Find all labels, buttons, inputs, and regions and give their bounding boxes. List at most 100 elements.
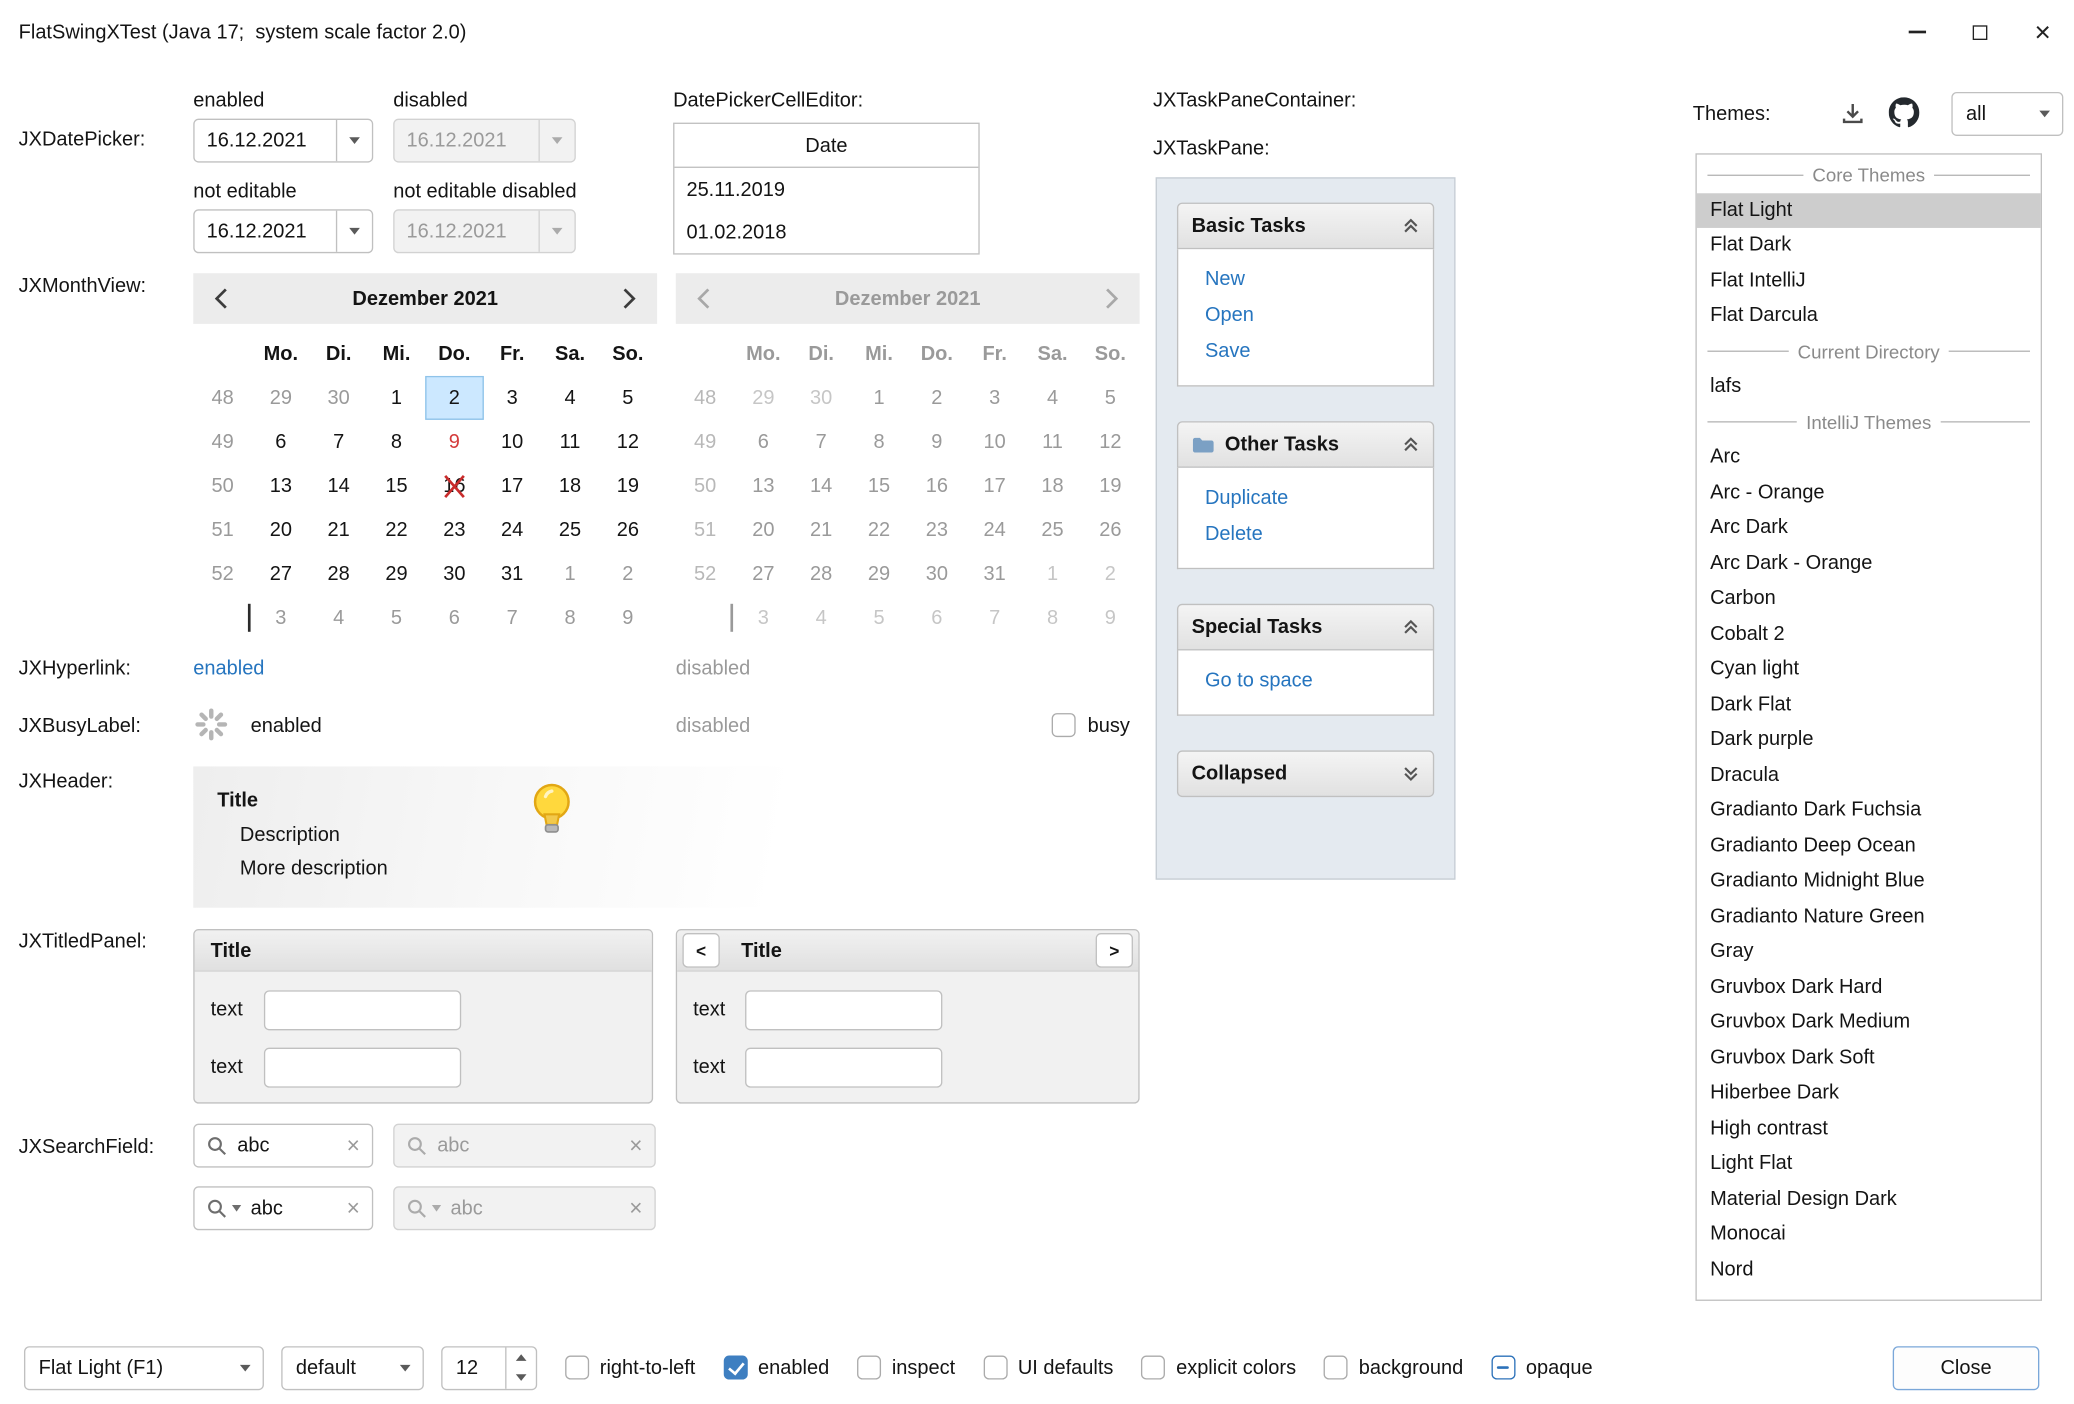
titled-panel-left-button[interactable]: < — [682, 933, 719, 968]
calendar-day[interactable]: 13 — [252, 464, 310, 508]
theme-list-item[interactable]: Gruvbox Dark Medium — [1697, 1005, 2041, 1040]
calendar-day[interactable]: 3 — [483, 376, 541, 420]
checkbox-inspect[interactable]: inspect — [857, 1356, 955, 1380]
theme-list-item[interactable]: Cyan light — [1697, 652, 2041, 687]
calendar-day[interactable]: 29 — [368, 552, 426, 596]
calendar-day[interactable]: 7 — [310, 420, 368, 464]
calendar-day[interactable]: 17 — [483, 464, 541, 508]
calendar-day[interactable]: 20 — [252, 508, 310, 552]
calendar-day[interactable]: 24 — [483, 508, 541, 552]
taskpane-link[interactable]: Delete — [1205, 516, 1433, 552]
theme-list-item[interactable]: Arc — [1697, 440, 2041, 475]
checkbox-box[interactable] — [1491, 1356, 1515, 1380]
calendar-day[interactable]: 6 — [252, 420, 310, 464]
search-input-value[interactable]: abc — [237, 1134, 337, 1157]
previous-month-button[interactable] — [215, 288, 228, 309]
calendar-day[interactable]: 22 — [368, 508, 426, 552]
calendar-day[interactable]: 18 — [541, 464, 599, 508]
theme-list-item[interactable]: High contrast — [1697, 1111, 2041, 1146]
download-button[interactable] — [1837, 97, 1869, 129]
theme-list-item[interactable]: Dracula — [1697, 758, 2041, 793]
taskpane-link[interactable]: Go to space — [1205, 662, 1433, 698]
theme-list-item[interactable]: Gradianto Midnight Blue — [1697, 864, 2041, 899]
calendar-day[interactable]: 8 — [541, 596, 599, 640]
datepicker-dropdown-button[interactable] — [336, 120, 372, 161]
calendar-day[interactable]: 1 — [541, 552, 599, 596]
calendar-day[interactable]: 1 — [368, 376, 426, 420]
checkbox-box[interactable] — [1141, 1356, 1165, 1380]
theme-list-item[interactable]: Dark Flat — [1697, 687, 2041, 722]
checkbox-box[interactable] — [565, 1356, 589, 1380]
theme-list-item[interactable]: Gruvbox Dark Soft — [1697, 1040, 2041, 1075]
calendar-day[interactable]: 11 — [541, 420, 599, 464]
theme-list-item[interactable]: Flat IntelliJ — [1697, 263, 2041, 298]
search-field-with-menu[interactable]: abc × — [193, 1186, 373, 1230]
search-menu-caret-icon[interactable] — [232, 1205, 241, 1212]
search-field-enabled[interactable]: abc × — [193, 1124, 373, 1168]
theme-list-item[interactable]: Arc Dark - Orange — [1697, 546, 2041, 581]
theme-list-item[interactable]: Arc - Orange — [1697, 475, 2041, 510]
close-window-button[interactable]: × — [2011, 0, 2074, 64]
theme-list-item[interactable]: Monocai — [1697, 1217, 2041, 1252]
github-button[interactable] — [1886, 95, 1921, 130]
hyperlink-enabled[interactable]: enabled — [193, 657, 264, 680]
calendar-day[interactable]: 27 — [252, 552, 310, 596]
next-month-button[interactable] — [622, 288, 635, 309]
minimize-button[interactable] — [1886, 0, 1949, 64]
calendar-day[interactable]: 4 — [310, 596, 368, 640]
date-table-row[interactable]: 01.02.2018 — [674, 211, 978, 254]
taskpane-link[interactable]: Open — [1205, 297, 1433, 333]
spinner-up-button[interactable] — [507, 1347, 536, 1368]
clear-icon[interactable]: × — [347, 1134, 360, 1157]
calendar-day[interactable]: 15 — [368, 464, 426, 508]
calendar-day[interactable]: 4 — [541, 376, 599, 420]
calendar-day[interactable]: 10 — [483, 420, 541, 464]
theme-list-item[interactable]: Arc Dark — [1697, 511, 2041, 546]
calendar-day[interactable]: 9 — [599, 596, 657, 640]
datepicker-not-editable[interactable]: 16.12.2021 — [193, 209, 373, 253]
theme-list-item[interactable]: Gruvbox Dark Hard — [1697, 970, 2041, 1005]
datepicker-enabled[interactable]: 16.12.2021 — [193, 119, 373, 163]
theme-list-item[interactable]: lafs — [1697, 369, 2041, 404]
taskpane-link[interactable]: Duplicate — [1205, 480, 1433, 516]
taskpane-header[interactable]: Other Tasks — [1177, 421, 1434, 468]
checkbox-enabled[interactable]: enabled — [723, 1356, 829, 1380]
calendar-day[interactable]: 5 — [599, 376, 657, 420]
calendar-day[interactable]: 12 — [599, 420, 657, 464]
theme-list-item[interactable]: Cobalt 2 — [1697, 616, 2041, 651]
clear-icon[interactable]: × — [347, 1197, 360, 1220]
text-input[interactable] — [745, 1048, 942, 1088]
calendar-day[interactable]: 16 — [425, 464, 483, 508]
theme-list-item[interactable]: Nord — [1697, 1252, 2041, 1287]
calendar-day[interactable]: 6 — [425, 596, 483, 640]
taskpane-header[interactable]: Special Tasks — [1177, 604, 1434, 651]
calendar-day[interactable]: 14 — [310, 464, 368, 508]
taskpane-header[interactable]: Collapsed — [1177, 750, 1434, 797]
theme-list-item[interactable]: Gradianto Dark Fuchsia — [1697, 793, 2041, 828]
theme-list-item[interactable]: Flat Dark — [1697, 228, 2041, 263]
checkbox-box[interactable] — [1324, 1356, 1348, 1380]
theme-list-item[interactable]: Flat Light — [1697, 193, 2041, 228]
themes-filter-combobox[interactable]: all — [1951, 92, 2063, 136]
checkbox-box[interactable] — [983, 1356, 1007, 1380]
calendar-day[interactable]: 21 — [310, 508, 368, 552]
checkbox-right-to-left[interactable]: right-to-left — [565, 1356, 695, 1380]
checkbox-background[interactable]: background — [1324, 1356, 1463, 1380]
calendar-day[interactable]: 2 — [599, 552, 657, 596]
collapse-icon[interactable] — [1402, 618, 1419, 635]
collapse-icon[interactable] — [1402, 217, 1419, 234]
taskpane-header[interactable]: Basic Tasks — [1177, 203, 1434, 250]
maximize-button[interactable] — [1949, 0, 2012, 64]
calendar-day[interactable]: 2 — [425, 376, 483, 420]
calendar-day[interactable]: 30 — [425, 552, 483, 596]
theme-list-item[interactable]: Carbon — [1697, 581, 2041, 616]
taskpane-link[interactable]: New — [1205, 261, 1433, 297]
busy-checkbox[interactable] — [1052, 713, 1076, 737]
calendar-day[interactable]: 28 — [310, 552, 368, 596]
checkbox-box[interactable] — [723, 1356, 747, 1380]
checkbox-opaque[interactable]: opaque — [1491, 1356, 1592, 1380]
calendar-day[interactable]: 8 — [368, 420, 426, 464]
checkbox-explicit-colors[interactable]: explicit colors — [1141, 1356, 1296, 1380]
theme-list-item[interactable]: Flat Darcula — [1697, 299, 2041, 334]
text-input[interactable] — [264, 1048, 461, 1088]
